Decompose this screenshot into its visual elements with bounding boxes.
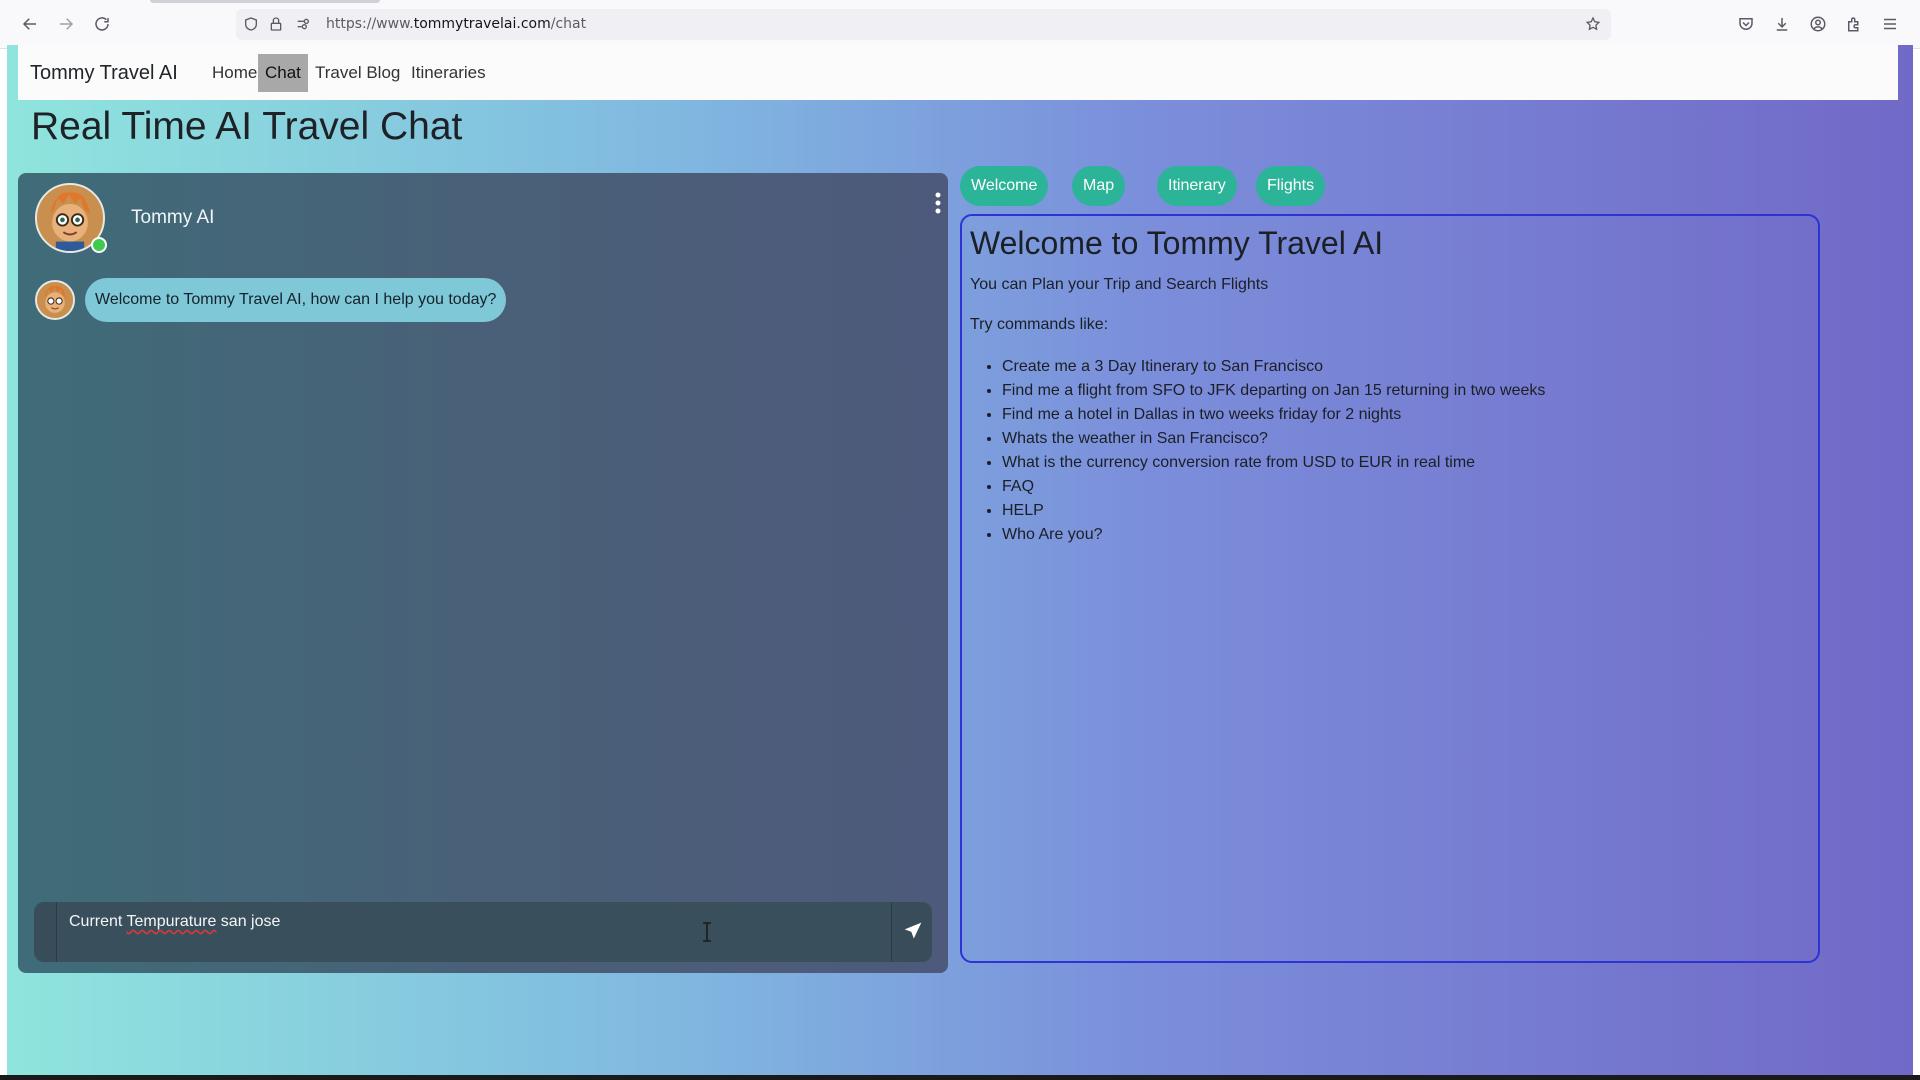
lock-icon[interactable]	[267, 15, 285, 33]
permissions-icon[interactable]	[294, 15, 312, 33]
url-prefix: https://www.	[326, 16, 414, 32]
page-title: Real Time AI Travel Chat	[31, 105, 463, 148]
command-list: Create me a 3 Day Itinerary to San Franc…	[1002, 355, 1545, 547]
command-item: Find me a flight from SFO to JFK departi…	[1002, 379, 1545, 403]
send-icon	[904, 922, 922, 939]
page-viewport: Tommy Travel AI Home Chat Travel Blog It…	[7, 45, 1913, 1075]
window-bottom-edge	[0, 1075, 1920, 1080]
pocket-icon[interactable]	[1736, 14, 1756, 34]
chat-composer: Current Tempurature san jose	[34, 902, 932, 962]
command-item: Whats the weather in San Francisco?	[1002, 427, 1545, 451]
welcome-subtitle: You can Plan your Trip and Search Flight…	[970, 276, 1269, 293]
active-tab-indicator[interactable]	[150, 0, 380, 3]
input-word-rest: san jose	[220, 913, 281, 930]
message-input[interactable]: Current Tempurature san jose	[56, 902, 892, 962]
welcome-title: Welcome to Tommy Travel AI	[970, 225, 1384, 261]
reload-icon[interactable]	[90, 12, 114, 36]
command-item: Who Are you?	[1002, 523, 1545, 547]
tab-welcome[interactable]: Welcome	[960, 166, 1049, 206]
nav-link-travel-blog[interactable]: Travel Blog	[308, 54, 407, 92]
nav-link-home[interactable]: Home	[205, 54, 264, 92]
send-button[interactable]	[900, 918, 926, 944]
chat-panel: Tommy AI Welcome to Tommy Travel AI, how…	[18, 173, 948, 973]
message-bubble: Welcome to Tommy Travel AI, how can I he…	[85, 278, 507, 322]
input-word-misspelled: Tempurature	[126, 913, 217, 930]
address-bar[interactable]: https://www.tommytravelai.com/chat	[236, 9, 1611, 40]
url-path: /chat	[550, 16, 587, 32]
nav-link-chat[interactable]: Chat	[258, 54, 308, 92]
account-icon[interactable]	[1808, 14, 1828, 34]
bookmark-star-icon[interactable]	[1584, 15, 1602, 33]
command-item: Find me a hotel in Dallas in two weeks f…	[1002, 403, 1545, 427]
menu-icon[interactable]	[1880, 14, 1900, 34]
shield-icon[interactable]	[242, 15, 260, 33]
browser-toolbar: https://www.tommytravelai.com/chat	[0, 0, 1920, 49]
command-item: HELP	[1002, 499, 1545, 523]
back-icon[interactable]	[18, 12, 42, 36]
agent-name: Tommy AI	[131, 207, 215, 228]
try-commands-label: Try commands like:	[970, 316, 1109, 333]
message-avatar-icon	[37, 282, 73, 318]
online-status-dot	[91, 237, 107, 253]
url-domain: tommytravelai.com	[413, 16, 551, 32]
message-avatar	[35, 280, 75, 320]
welcome-panel: Welcome to Tommy Travel AI You can Plan …	[960, 214, 1820, 963]
brand-link[interactable]: Tommy Travel AI	[30, 62, 178, 85]
nav-link-itineraries[interactable]: Itineraries	[404, 54, 493, 92]
extensions-icon[interactable]	[1844, 14, 1864, 34]
site-navbar: Tommy Travel AI Home Chat Travel Blog It…	[18, 45, 1898, 100]
command-item: Create me a 3 Day Itinerary to San Franc…	[1002, 355, 1545, 379]
chat-header: Tommy AI	[18, 173, 948, 263]
tab-itinerary[interactable]: Itinerary	[1157, 166, 1237, 206]
kebab-menu-icon[interactable]	[932, 191, 944, 215]
download-icon[interactable]	[1772, 14, 1792, 34]
tab-map[interactable]: Map	[1072, 166, 1126, 206]
input-word-current: Current	[69, 913, 123, 930]
url-text[interactable]: https://www.tommytravelai.com/chat	[326, 16, 586, 32]
forward-icon[interactable]	[54, 12, 78, 36]
message-input-value: Current Tempurature san jose	[69, 913, 280, 931]
text-cursor-icon	[701, 922, 713, 942]
command-item: What is the currency conversion rate fro…	[1002, 451, 1545, 475]
command-item: FAQ	[1002, 475, 1545, 499]
tab-flights[interactable]: Flights	[1256, 166, 1326, 206]
